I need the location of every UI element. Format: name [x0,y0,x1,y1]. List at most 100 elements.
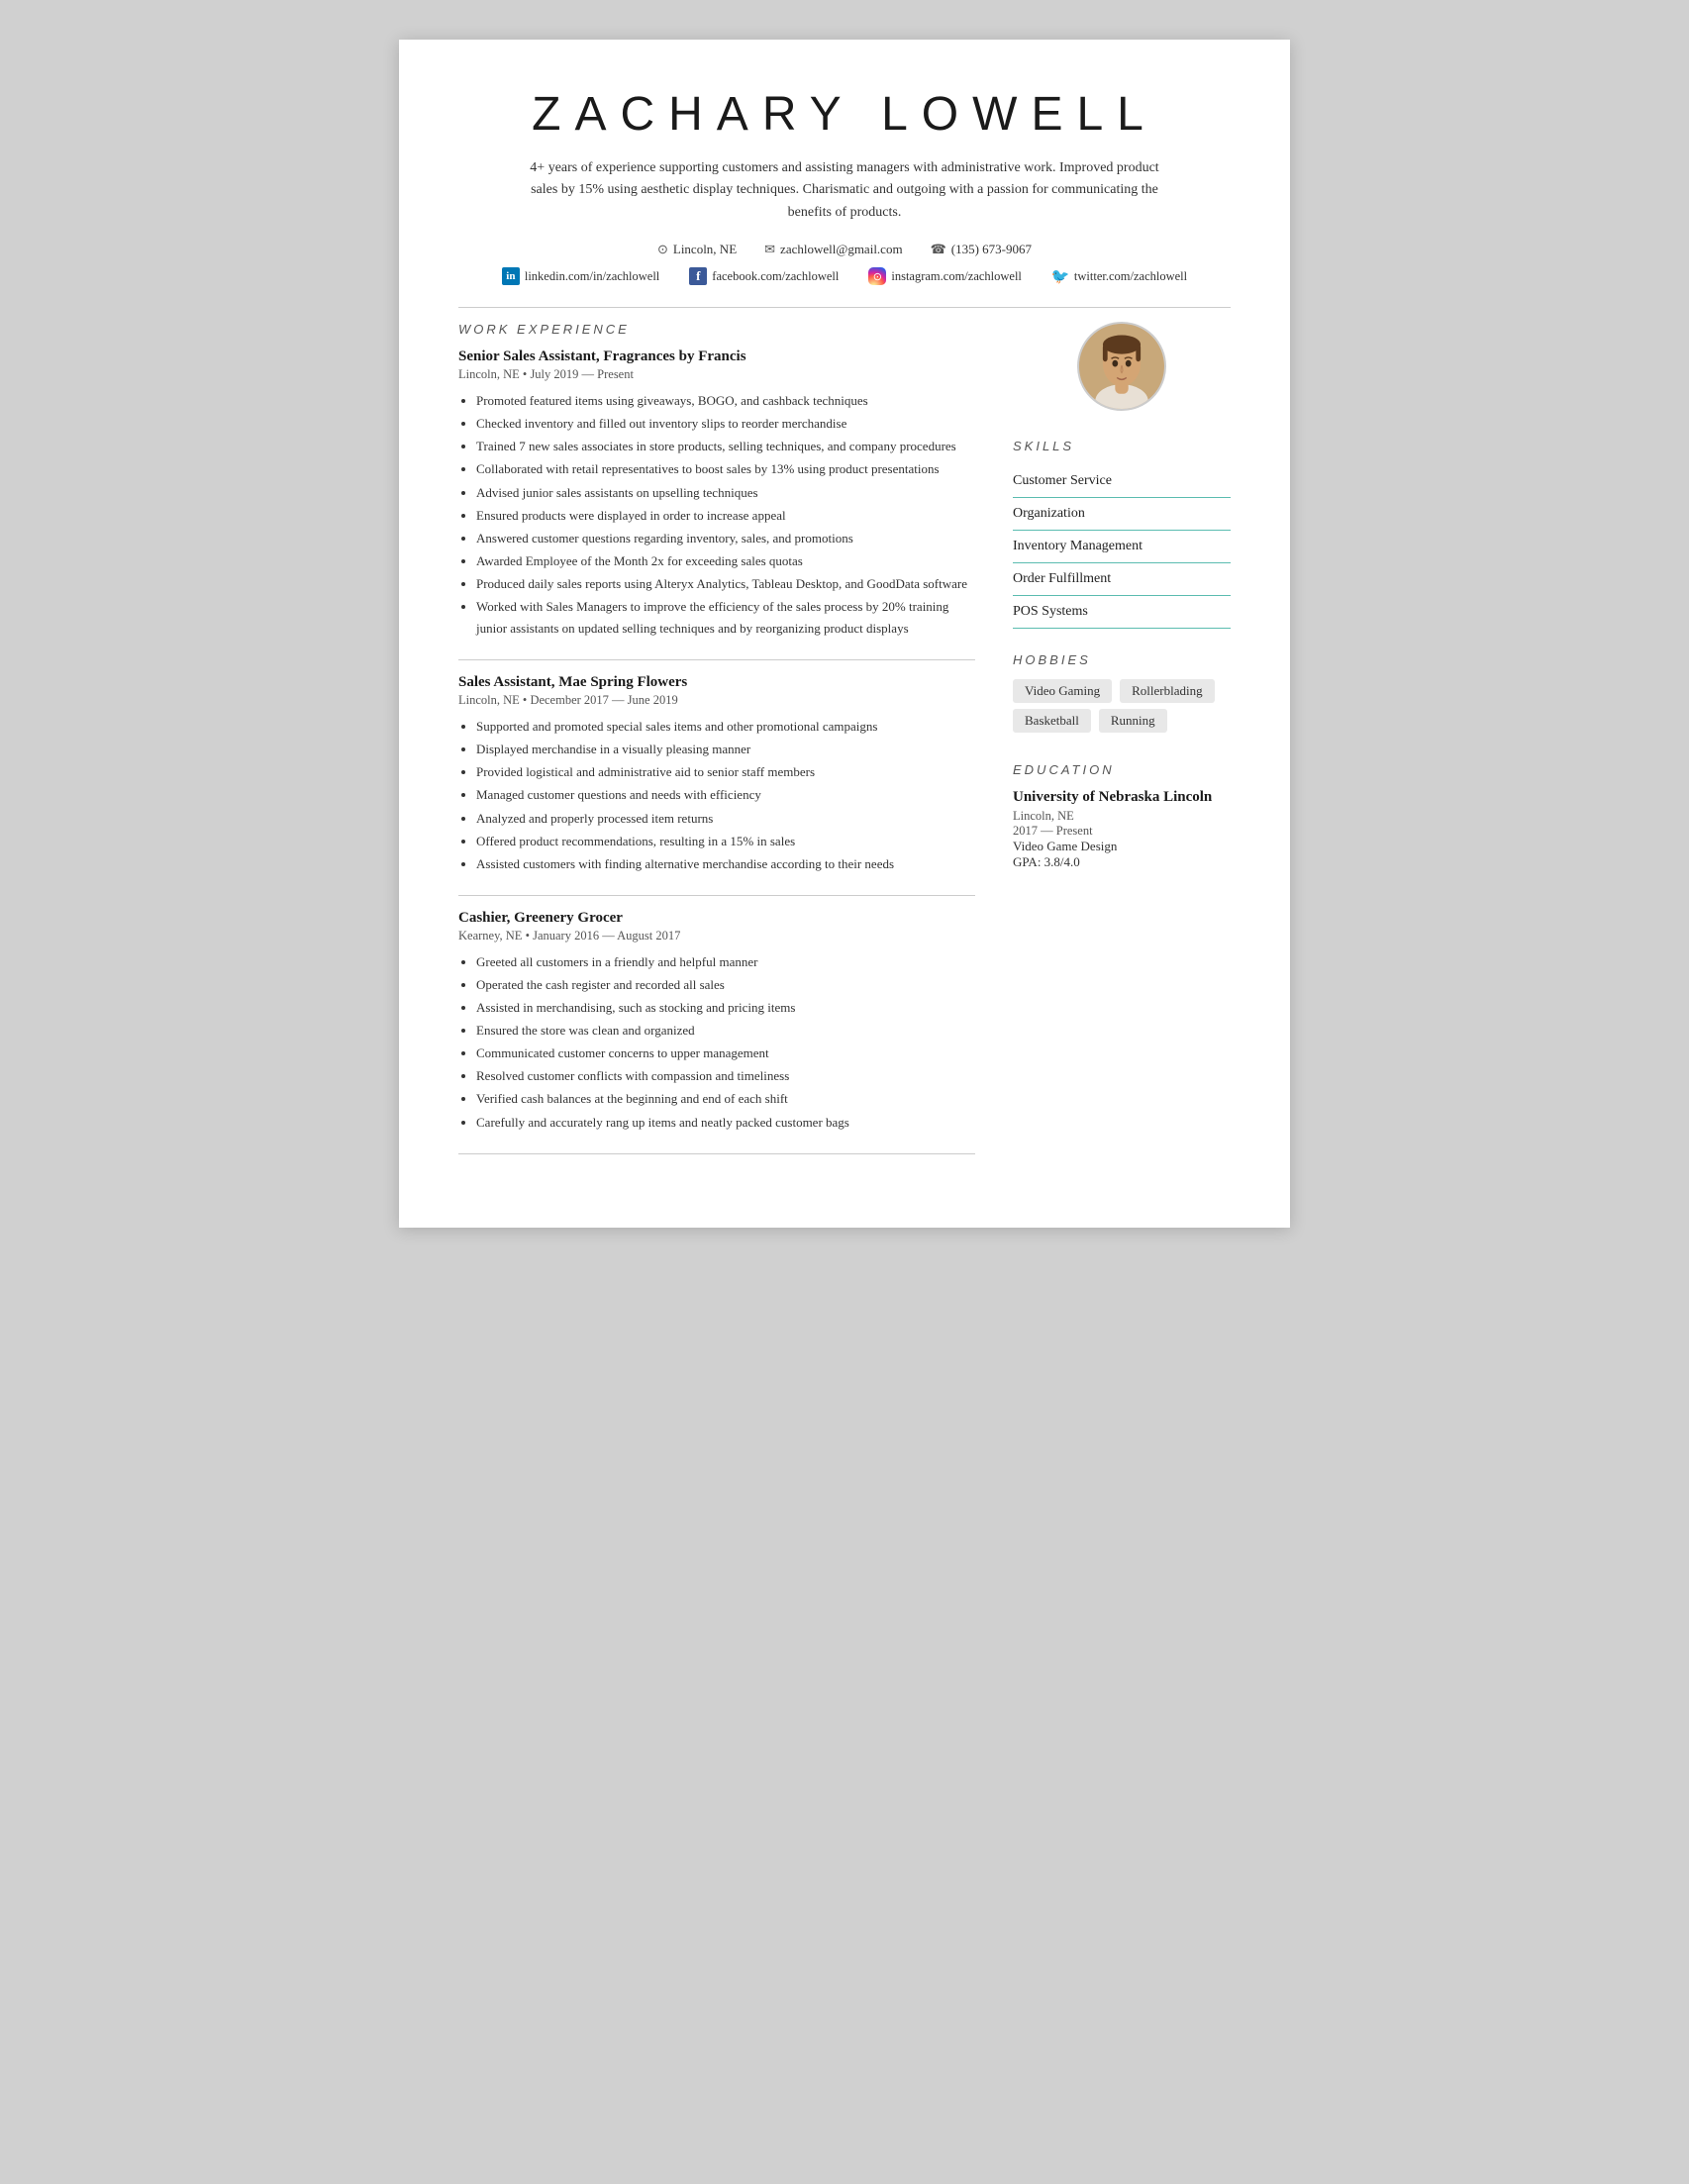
location-text: Lincoln, NE [673,242,737,257]
job-title-3: Cashier, Greenery Grocer [458,910,975,927]
skill-1: Customer Service [1013,465,1231,498]
bullet-3-2: Assisted in merchandising, such as stock… [476,997,975,1019]
job-block-3: Cashier, Greenery Grocer Kearney, NE • J… [458,910,975,1134]
job-location-1: Lincoln, NE [458,367,520,381]
job-location-2: Lincoln, NE [458,693,520,707]
job-divider-1 [458,659,975,660]
candidate-name: ZACHARY LOWELL [458,87,1231,142]
hobby-4: Running [1099,709,1167,733]
bullet-1-5: Ensured products were displayed in order… [476,505,975,527]
resume-document: ZACHARY LOWELL 4+ years of experience su… [399,40,1290,1228]
bullet-2-1: Displayed merchandise in a visually plea… [476,739,975,760]
email-text: zachlowell@gmail.com [780,242,903,257]
education-section: EDUCATION University of Nebraska Lincoln… [1013,762,1231,870]
location-icon: ⊙ [657,242,668,257]
hobby-1: Video Gaming [1013,679,1112,703]
bullet-1-9: Worked with Sales Managers to improve th… [476,596,975,640]
work-experience-title: WORK EXPERIENCE [458,322,975,337]
bullet-3-5: Resolved customer conflicts with compass… [476,1065,975,1087]
job-block-2: Sales Assistant, Mae Spring Flowers Linc… [458,674,975,875]
phone-item: ☎ (135) 673-9067 [931,242,1032,257]
skills-section: SKILLS Customer Service Organization Inv… [1013,439,1231,629]
linkedin-item: in linkedin.com/in/zachlowell [502,267,659,285]
edu-university: University of Nebraska Lincoln [1013,789,1231,806]
side-column: SKILLS Customer Service Organization Inv… [1013,322,1231,1167]
twitter-url: twitter.com/zachlowell [1074,269,1187,284]
bullet-1-7: Awarded Employee of the Month 2x for exc… [476,550,975,572]
job-divider-2 [458,895,975,896]
job-dates-2: December 2017 — June 2019 [530,693,677,707]
facebook-url: facebook.com/zachlowell [712,269,839,284]
edu-major: Video Game Design [1013,839,1231,854]
instagram-icon: ⊙ [868,267,886,285]
avatar-container [1013,322,1231,411]
job-dates-3: January 2016 — August 2017 [533,929,680,943]
bullet-3-6: Verified cash balances at the beginning … [476,1088,975,1110]
twitter-item: 🐦 twitter.com/zachlowell [1051,267,1187,285]
job-dates-1: July 2019 — Present [530,367,634,381]
job-bullets-3: Greeted all customers in a friendly and … [476,951,975,1134]
instagram-url: instagram.com/zachlowell [891,269,1022,284]
bullet-1-8: Produced daily sales reports using Alter… [476,573,975,595]
bullet-1-2: Trained 7 new sales associates in store … [476,436,975,457]
facebook-item: f facebook.com/zachlowell [689,267,839,285]
job-title-1: Senior Sales Assistant, Fragrances by Fr… [458,348,975,365]
bullet-3-7: Carefully and accurately rang up items a… [476,1112,975,1134]
linkedin-icon: in [502,267,520,285]
bottom-divider [458,1153,975,1154]
bullet-2-5: Offered product recommendations, resulti… [476,831,975,852]
job-meta-2: Lincoln, NE • December 2017 — June 2019 [458,693,975,708]
job-bullets-2: Supported and promoted special sales ite… [476,716,975,875]
job-separator-3: • [526,929,534,943]
phone-text: (135) 673-9067 [951,242,1032,257]
job-bullets-1: Promoted featured items using giveaways,… [476,390,975,640]
contact-row: ⊙ Lincoln, NE ✉ zachlowell@gmail.com ☎ (… [458,242,1231,257]
skill-5: POS Systems [1013,596,1231,629]
avatar-image [1079,322,1164,411]
job-block-1: Senior Sales Assistant, Fragrances by Fr… [458,348,975,640]
bullet-1-4: Advised junior sales assistants on upsel… [476,482,975,504]
hobby-2: Rollerblading [1120,679,1215,703]
email-item: ✉ zachlowell@gmail.com [764,242,902,257]
linkedin-url: linkedin.com/in/zachlowell [525,269,659,284]
twitter-icon: 🐦 [1051,267,1069,285]
bullet-1-3: Collaborated with retail representatives… [476,458,975,480]
skill-2: Organization [1013,498,1231,531]
job-meta-3: Kearney, NE • January 2016 — August 2017 [458,929,975,943]
main-column: WORK EXPERIENCE Senior Sales Assistant, … [458,322,1013,1167]
header-section: ZACHARY LOWELL 4+ years of experience su… [458,87,1231,285]
edu-gpa: GPA: 3.8/4.0 [1013,854,1231,870]
avatar [1077,322,1166,411]
bullet-2-4: Analyzed and properly processed item ret… [476,808,975,830]
instagram-item: ⊙ instagram.com/zachlowell [868,267,1022,285]
hobbies-title: HOBBIES [1013,652,1231,667]
skill-4: Order Fulfillment [1013,563,1231,596]
summary-text: 4+ years of experience supporting custom… [528,157,1161,224]
social-row: in linkedin.com/in/zachlowell f facebook… [458,267,1231,285]
hobbies-section: HOBBIES Video Gaming Rollerblading Baske… [1013,652,1231,739]
skill-3: Inventory Management [1013,531,1231,563]
bullet-1-0: Promoted featured items using giveaways,… [476,390,975,412]
phone-icon: ☎ [931,242,946,257]
bullet-3-1: Operated the cash register and recorded … [476,974,975,996]
bullet-3-0: Greeted all customers in a friendly and … [476,951,975,973]
edu-dates: 2017 — Present [1013,824,1231,839]
bullet-2-6: Assisted customers with finding alternat… [476,853,975,875]
bullet-2-0: Supported and promoted special sales ite… [476,716,975,738]
skills-title: SKILLS [1013,439,1231,453]
header-divider [458,307,1231,308]
bullet-1-6: Answered customer questions regarding in… [476,528,975,549]
edu-location: Lincoln, NE [1013,809,1231,824]
job-meta-1: Lincoln, NE • July 2019 — Present [458,367,975,382]
facebook-icon: f [689,267,707,285]
bullet-3-4: Communicated customer concerns to upper … [476,1042,975,1064]
body-layout: WORK EXPERIENCE Senior Sales Assistant, … [458,322,1231,1167]
bullet-2-3: Managed customer questions and needs wit… [476,784,975,806]
hobby-3: Basketball [1013,709,1091,733]
education-title: EDUCATION [1013,762,1231,777]
location-item: ⊙ Lincoln, NE [657,242,737,257]
bullet-1-1: Checked inventory and filled out invento… [476,413,975,435]
bullet-3-3: Ensured the store was clean and organize… [476,1020,975,1042]
bullet-2-2: Provided logistical and administrative a… [476,761,975,783]
email-icon: ✉ [764,242,775,257]
